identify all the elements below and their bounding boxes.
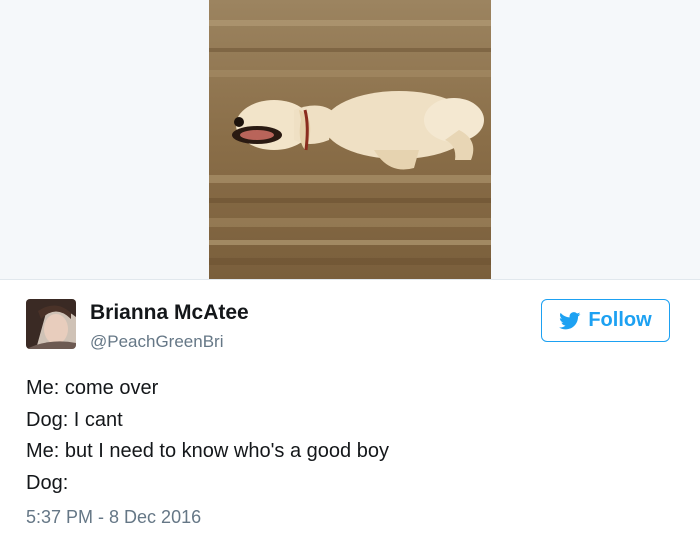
tweet-text: Me: come over Dog: I cant Me: but I need…: [26, 373, 666, 499]
tweet-line: Me: come over: [26, 377, 159, 399]
follow-label: Follow: [588, 309, 652, 331]
tweet-line: Me: but I need to know who's a good boy: [26, 440, 389, 462]
avatar[interactable]: [26, 299, 76, 349]
tweet-media: [0, 0, 700, 280]
tweet-header: Brianna McAtee @PeachGreenBri Follow: [0, 279, 700, 359]
follow-button[interactable]: Follow: [541, 299, 670, 342]
author-name[interactable]: Brianna McAtee: [90, 301, 249, 325]
running-dog-photo[interactable]: [209, 0, 491, 279]
tweet-line: Dog:: [26, 471, 69, 494]
twitter-bird-icon: [559, 311, 581, 330]
tweet-line: Dog: I cant: [26, 408, 123, 431]
author-handle[interactable]: @PeachGreenBri: [90, 332, 224, 352]
tweet-timestamp[interactable]: 5:37 PM - 8 Dec 2016: [26, 507, 201, 528]
